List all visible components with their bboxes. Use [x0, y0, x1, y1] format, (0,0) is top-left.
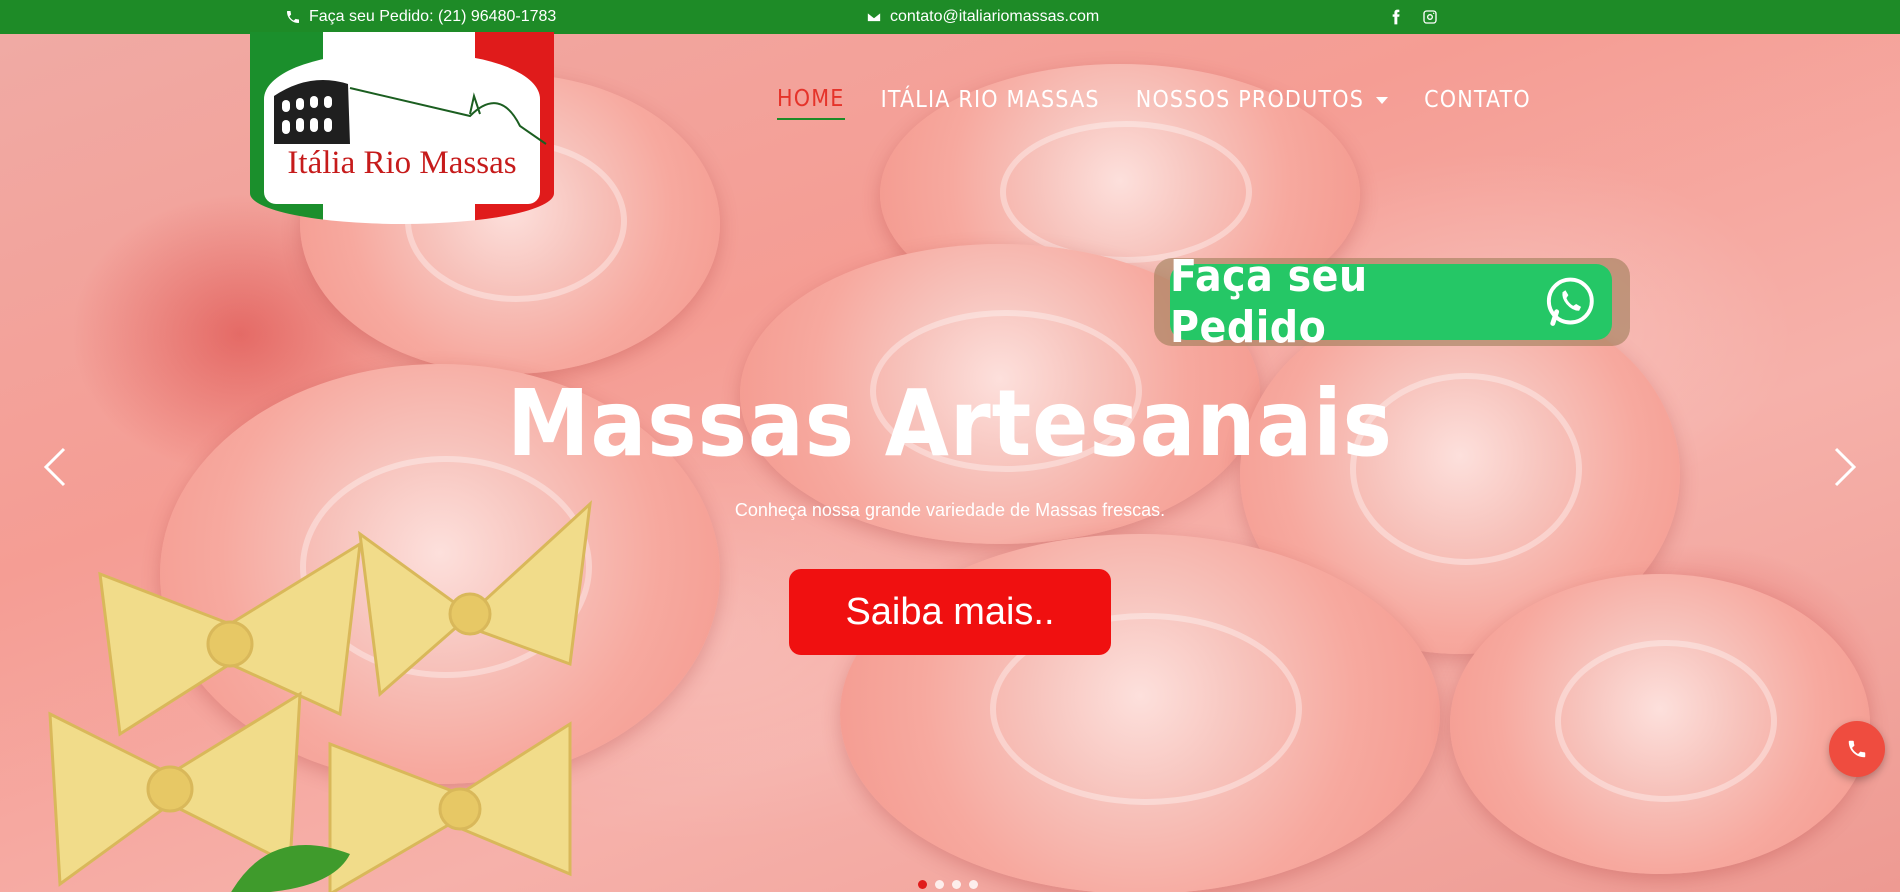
phone-icon: [285, 9, 301, 25]
envelope-icon: [866, 9, 882, 25]
topbar-phone-text: Faça seu Pedido: (21) 96480-1783: [309, 8, 557, 25]
main-nav: HOME ITÁLIA RIO MASSAS NOSSOS PRODUTOS C…: [777, 86, 1531, 120]
whatsapp-order-label: Faça seu Pedido: [1170, 251, 1368, 353]
slider-dots: [918, 880, 978, 889]
slider-dot[interactable]: [918, 880, 927, 889]
whatsapp-icon: [1547, 277, 1595, 326]
hero-title: Massas Artesanais: [507, 370, 1393, 477]
chevron-right-icon: [1834, 447, 1857, 487]
site-logo[interactable]: Itália Rio Massas: [250, 32, 554, 224]
topbar-phone[interactable]: Faça seu Pedido: (21) 96480-1783: [285, 0, 556, 34]
farfalle-pasta-image: [48, 500, 592, 892]
saiba-mais-button[interactable]: Saiba mais..: [789, 569, 1111, 655]
facebook-icon[interactable]: [1388, 9, 1404, 25]
nav-nossos-produtos[interactable]: NOSSOS PRODUTOS: [1135, 86, 1389, 120]
social-links: [1388, 0, 1438, 34]
hero-subtitle: Conheça nossa grande variedade de Massas…: [734, 500, 1166, 520]
pasta-roll-image: [1450, 574, 1870, 874]
slider-dot[interactable]: [935, 880, 944, 889]
instagram-icon[interactable]: [1422, 9, 1438, 25]
slider-dot[interactable]: [952, 880, 961, 889]
nav-contato-label: CONTATO: [1424, 87, 1531, 113]
nav-nossos-produtos-label: NOSSOS PRODUTOS: [1135, 87, 1365, 113]
nav-home-label: HOME: [777, 86, 845, 112]
phone-icon: [1848, 740, 1866, 758]
logo-text: Itália Rio Massas: [287, 145, 517, 181]
chevron-down-icon: [1376, 96, 1389, 104]
topbar-email[interactable]: contato@italiariomassas.com: [866, 0, 1099, 34]
slider-dot[interactable]: [969, 880, 978, 889]
nav-contato[interactable]: CONTATO: [1424, 86, 1531, 120]
nav-italia-rio-massas-label: ITÁLIA RIO MASSAS: [880, 87, 1100, 113]
whatsapp-order-button[interactable]: Faça seu Pedido: [1170, 251, 1612, 353]
topbar-email-text: contato@italiariomassas.com: [890, 8, 1100, 25]
slider-prev-button[interactable]: [40, 445, 70, 489]
nav-italia-rio-massas[interactable]: ITÁLIA RIO MASSAS: [881, 86, 1100, 120]
colosseum-icon: [274, 80, 547, 145]
top-contact-bar: Faça seu Pedido: (21) 96480-1783 contato…: [0, 0, 1900, 34]
nav-home[interactable]: HOME: [777, 86, 845, 120]
chevron-left-icon: [43, 447, 66, 487]
floating-call-button[interactable]: [1829, 721, 1885, 777]
slider-next-button[interactable]: [1830, 445, 1860, 489]
